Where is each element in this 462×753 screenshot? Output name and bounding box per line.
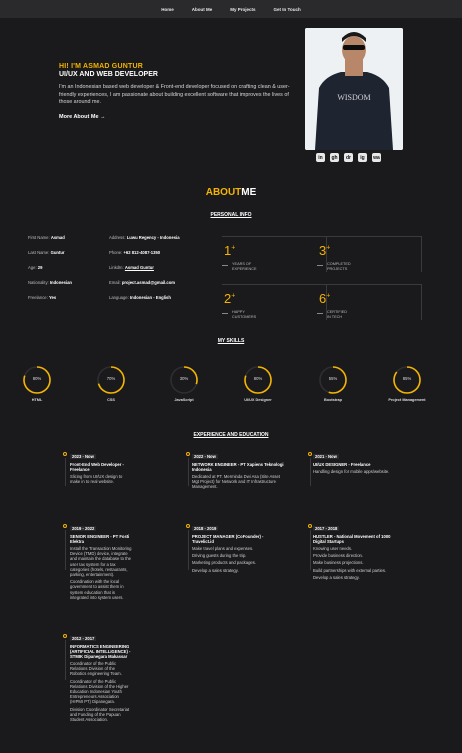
timeline-title: UI/UX DESIGNER - Freelance bbox=[313, 462, 371, 467]
skill-label: JavaScript bbox=[174, 398, 194, 402]
timeline-line bbox=[187, 530, 189, 570]
skill-label: UI/UX Designer bbox=[244, 398, 272, 402]
timeline-date: 2019 - 2022 bbox=[70, 526, 97, 531]
skill-percent: 85% bbox=[402, 376, 412, 381]
skill-percent: 80% bbox=[253, 376, 263, 381]
timeline-description: Make travel plans and expenses. Driving g… bbox=[192, 546, 257, 573]
timeline-line bbox=[64, 530, 66, 570]
hero-role: UI/UX AND WEB DEVELOPER bbox=[59, 71, 158, 78]
skill-label: Bootstrap bbox=[324, 398, 342, 402]
hero-greeting: HI! I'M ASMAD GUNTUR bbox=[59, 63, 143, 70]
timeline-description: Knowing user needs. Provide business dire… bbox=[313, 546, 387, 580]
stat-projects: 3+ COMPLETED PROJECTS bbox=[317, 236, 422, 272]
timeline-description: Coordinator of the Public Relations Divi… bbox=[70, 661, 130, 723]
info-last-name: Last Name: Guntur bbox=[28, 250, 65, 255]
info-language: Language: Indonesian - English bbox=[109, 295, 171, 300]
timeline-dot bbox=[63, 452, 67, 456]
timeline-dot bbox=[186, 524, 190, 528]
timeline-description: Dedicated at PT. Merminda Dwi Asa (Site … bbox=[192, 474, 280, 490]
whatsapp-icon[interactable]: wa bbox=[372, 153, 381, 162]
timeline-date: 2012 - 2017 bbox=[70, 636, 97, 641]
timeline-description: Handling design for mobile apps/website. bbox=[313, 469, 390, 474]
timeline-line bbox=[309, 530, 311, 570]
timeline-dot bbox=[308, 452, 312, 456]
nav-about-link[interactable]: About Me bbox=[192, 7, 213, 12]
skills-heading: MY SKILLS bbox=[217, 338, 245, 344]
timeline-line bbox=[64, 640, 66, 680]
timeline-title: Front-End Web Developer - Freelance bbox=[70, 462, 124, 472]
skill-label: Project Management bbox=[388, 398, 426, 402]
timeline-line bbox=[187, 458, 189, 486]
timeline-dot bbox=[63, 634, 67, 638]
about-title: ABOUTME bbox=[205, 187, 257, 198]
timeline-title: SENIOR ENGINEER - PT Fosti Elektra bbox=[70, 534, 130, 544]
timeline-title: HUSTLER - National Movement of 1000 Digi… bbox=[313, 534, 391, 544]
skill-percent: 30% bbox=[179, 376, 189, 381]
linkedin-icon[interactable]: in bbox=[316, 153, 325, 162]
timeline-date: 2023 - Now bbox=[70, 454, 96, 459]
timeline-line bbox=[309, 458, 311, 486]
info-age: Age: 29 bbox=[28, 265, 43, 270]
stat-certified: 6+ CERTIFIED IN TECH bbox=[317, 284, 422, 320]
nav-home-link[interactable]: Home bbox=[161, 7, 174, 12]
info-nationality: Nationality: Indonesian bbox=[28, 280, 72, 285]
stat-customers: 2+ HAPPY CUSTOMERS bbox=[222, 284, 327, 320]
instagram-icon[interactable]: ig bbox=[358, 153, 367, 162]
skill-label: HTML bbox=[31, 398, 43, 402]
info-address: Address: Luwu Regency - Indonesia bbox=[109, 235, 180, 240]
info-email: Email: project.asmad@gmail.com bbox=[109, 280, 175, 285]
skill-percent: 70% bbox=[106, 376, 116, 381]
more-about-me-link[interactable]: More About Me → bbox=[59, 114, 106, 120]
info-linkedin: LinkdIn: Asmad Guntur bbox=[109, 265, 154, 270]
timeline-title: NETWORK ENGINEER - PT Xapiens Teknologi … bbox=[192, 462, 284, 472]
timeline-date: 2021 - Now bbox=[313, 454, 339, 459]
timeline-dot bbox=[63, 524, 67, 528]
dribbble-icon[interactable]: dr bbox=[344, 153, 353, 162]
shirt-print: WISDOM bbox=[337, 93, 370, 102]
nav-projects-link[interactable]: My Projects bbox=[230, 7, 255, 12]
timeline-date: 2017 - 2018 bbox=[313, 526, 340, 531]
personal-info-heading: PERSONAL INFO bbox=[210, 212, 252, 218]
info-phone: Phone: +62 812-4087-1350 bbox=[109, 250, 161, 255]
github-icon[interactable]: gh bbox=[330, 153, 339, 162]
nav-contact-link[interactable]: Get In Touch bbox=[274, 7, 301, 12]
social-links: in gh dr ig wa bbox=[316, 153, 381, 162]
stat-experience: 1+ YEARS OF EXPERIENCE bbox=[222, 236, 327, 272]
profile-photo: WISDOM bbox=[305, 28, 403, 150]
hero-description: I'm an Indonesian based web developer & … bbox=[59, 84, 290, 105]
info-first-name: First Name: Asmad bbox=[28, 235, 65, 240]
info-freelance: Freelance: Yes bbox=[28, 295, 57, 300]
timeline-dot bbox=[186, 452, 190, 456]
timeline-description: Slicing from UI/UX design to make in to … bbox=[70, 474, 123, 485]
timeline-title: INFORMATICS ENGINEERING (ARTIFICIAL INTE… bbox=[70, 644, 131, 659]
timeline-date: 2018 - 2019 bbox=[192, 526, 219, 531]
skill-label: CSS bbox=[107, 398, 115, 402]
timeline-date: 2022 - Now bbox=[192, 454, 218, 459]
timeline-title: PROJECT MANAGER (CoFounder) - Travelict.… bbox=[192, 534, 264, 544]
experience-heading: EXPERIENCE AND EDUCATION bbox=[193, 432, 269, 438]
skill-percent: 55% bbox=[328, 376, 338, 381]
top-navbar: Home About Me My Projects Get In Touch bbox=[0, 0, 462, 18]
timeline-dot bbox=[308, 524, 312, 528]
skill-percent: 80% bbox=[32, 376, 42, 381]
timeline-description: Install the Transaction Monitoring Devic… bbox=[70, 546, 132, 600]
timeline-line bbox=[64, 458, 66, 486]
